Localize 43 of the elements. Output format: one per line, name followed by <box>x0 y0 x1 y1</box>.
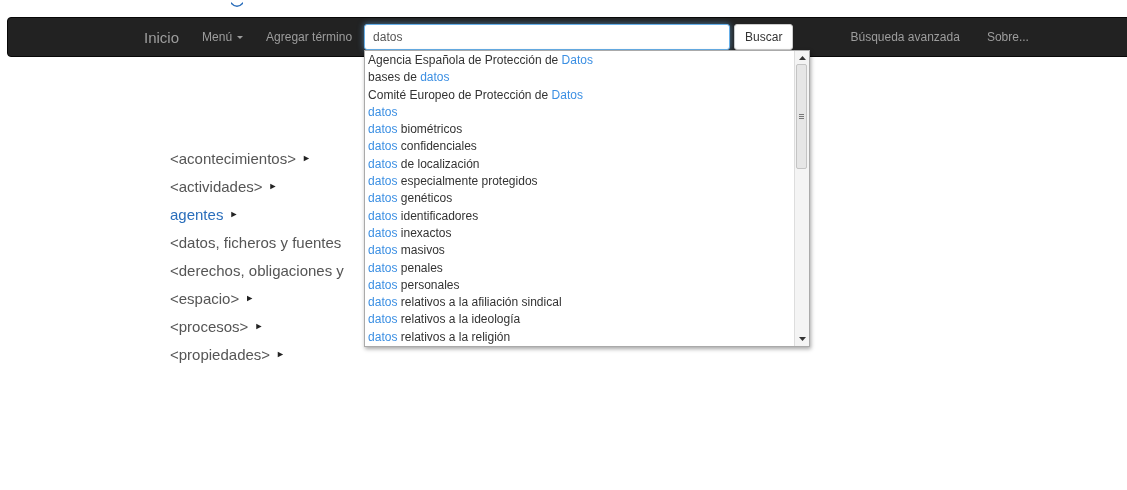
suggestion-item[interactable]: datos <box>365 103 795 122</box>
category-link[interactable]: agentes <box>170 205 224 223</box>
search-button[interactable]: Buscar <box>734 24 794 50</box>
expand-arrow[interactable]: ► <box>245 293 255 303</box>
category-link[interactable]: <actividades> <box>170 177 263 195</box>
logo-arc-icon <box>230 0 244 8</box>
suggestion-item[interactable]: Agencia Española de Protección de Datos <box>365 52 795 70</box>
grip-icon <box>799 114 805 119</box>
suggestion-item[interactable]: datos relativos a la religión <box>365 328 795 346</box>
expand-arrow[interactable]: ► <box>276 349 285 359</box>
category-link[interactable]: <propiedades> <box>170 345 271 363</box>
home-link[interactable]: Inicio <box>144 28 180 46</box>
category-link[interactable]: <acontecimientos> <box>170 149 296 167</box>
expand-arrow[interactable]: ► <box>301 153 311 163</box>
suggestion-item[interactable]: datos confidenciales <box>365 138 795 156</box>
caret-icon <box>237 35 244 39</box>
expand-arrow[interactable]: ► <box>254 321 264 331</box>
category-link[interactable]: <espacio> <box>170 289 240 307</box>
suggestion-item[interactable]: datos relativos a la ideología <box>365 311 795 329</box>
search-field[interactable]: datos <box>364 24 731 50</box>
suggestion-item[interactable]: datos de localización <box>365 155 795 174</box>
scrollbar[interactable] <box>794 51 810 346</box>
category-link[interactable]: <datos, ficheros y fuentes <box>170 233 342 251</box>
expand-arrow[interactable]: ► <box>268 181 278 191</box>
suggestion-item[interactable]: Comité Europeo de Protección de Datos <box>365 86 795 104</box>
category-link[interactable]: <procesos> <box>170 317 249 335</box>
suggestion-item[interactable]: datos biométricos <box>365 121 795 139</box>
scroll-down-icon[interactable] <box>798 337 806 341</box>
menu-dropdown[interactable]: Menú <box>202 30 244 44</box>
suggestion-item[interactable]: datos inexactos <box>365 224 795 243</box>
suggestion-item[interactable]: bases de datos <box>365 69 795 87</box>
nav-link[interactable]: Sobre... <box>986 30 1029 44</box>
suggestion-item[interactable]: datos penales <box>365 259 795 277</box>
category-link[interactable]: <derechos, obligaciones y <box>170 261 344 279</box>
suggestion-item[interactable]: datos especialmente protegidos <box>365 173 795 191</box>
add-term-link[interactable]: Agregar término <box>266 30 353 44</box>
nav-link[interactable]: Búsqueda avanzada <box>850 30 960 44</box>
suggestion-item[interactable]: datos relativos a la afiliación sindical <box>365 294 795 312</box>
suggestion-item[interactable]: datos genéticos <box>365 190 795 208</box>
suggestion-item[interactable]: datos masivos <box>365 242 795 260</box>
expand-arrow[interactable]: ► <box>229 209 239 219</box>
suggestion-item[interactable]: datos personales <box>365 276 795 295</box>
suggestion-item[interactable]: datos identificadores <box>365 207 795 225</box>
